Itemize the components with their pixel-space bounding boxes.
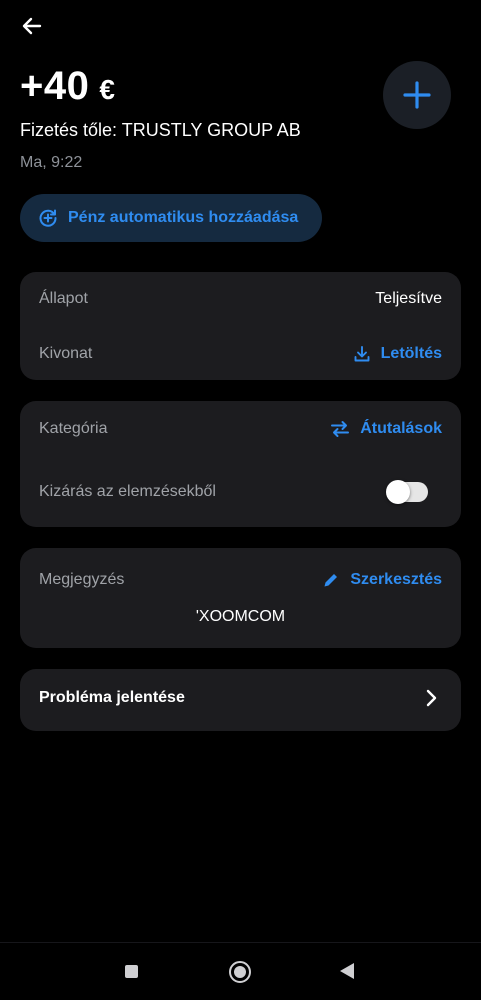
category-value: Átutalások (360, 420, 442, 437)
download-button[interactable]: Letöltés (353, 345, 442, 363)
system-navigation-bar (0, 942, 481, 1000)
category-row[interactable]: Kategória Átutalások (39, 417, 442, 441)
transaction-time: Ma, 9:22 (20, 154, 83, 171)
exclude-label: Kizárás az elemzésekből (39, 483, 216, 500)
category-card: Kategória Átutalások Kizárás az elemzése… (20, 401, 461, 527)
amount-currency: € (99, 74, 115, 105)
status-row: Állapot Teljesítve (39, 287, 442, 311)
statement-label: Kivonat (39, 345, 93, 362)
auto-add-money-button[interactable]: Pénz automatikus hozzáadása (20, 194, 322, 242)
category-label: Kategória (39, 420, 108, 437)
report-problem-label: Probléma jelentése (39, 689, 185, 706)
home-icon-dot (234, 966, 246, 978)
auto-add-label: Pénz automatikus hozzáadása (68, 209, 299, 226)
exclude-row: Kizárás az elemzésekből (39, 480, 442, 504)
note-row: Megjegyzés Szerkesztés (39, 568, 442, 592)
status-value: Teljesítve (375, 290, 442, 307)
amount-value: +40 (20, 64, 90, 108)
status-card: Állapot Teljesítve Kivonat Letöltés (20, 272, 461, 380)
download-label: Letöltés (380, 345, 442, 362)
swap-arrows-icon (331, 421, 350, 437)
arrow-left-icon (22, 17, 42, 35)
status-label: Állapot (39, 290, 88, 307)
payer-name: Fizetés tőle: TRUSTLY GROUP AB (20, 120, 301, 140)
system-back-icon[interactable] (340, 963, 354, 979)
toggle-knob (386, 480, 410, 504)
edit-note-button[interactable]: Szerkesztés (322, 571, 442, 589)
exclude-toggle[interactable] (386, 480, 428, 504)
download-icon (354, 346, 370, 362)
edit-note-label: Szerkesztés (350, 571, 442, 588)
chevron-right-icon (426, 689, 437, 707)
add-circle-icon (39, 209, 57, 227)
statement-row: Kivonat Letöltés (39, 342, 442, 366)
plus-icon (403, 81, 431, 109)
home-icon[interactable] (229, 961, 251, 983)
note-card: Megjegyzés Szerkesztés 'XOOMCOM (20, 548, 461, 648)
back-button[interactable] (18, 12, 46, 40)
category-value-link[interactable]: Átutalások (330, 419, 442, 439)
note-text: 'XOOMCOM (195, 608, 286, 625)
add-button[interactable] (383, 61, 451, 129)
transaction-amount: +40 € (20, 64, 115, 109)
recent-apps-icon[interactable] (125, 965, 138, 978)
report-problem-button[interactable]: Probléma jelentése (20, 669, 461, 731)
pencil-icon (324, 574, 338, 587)
note-label: Megjegyzés (39, 571, 125, 588)
